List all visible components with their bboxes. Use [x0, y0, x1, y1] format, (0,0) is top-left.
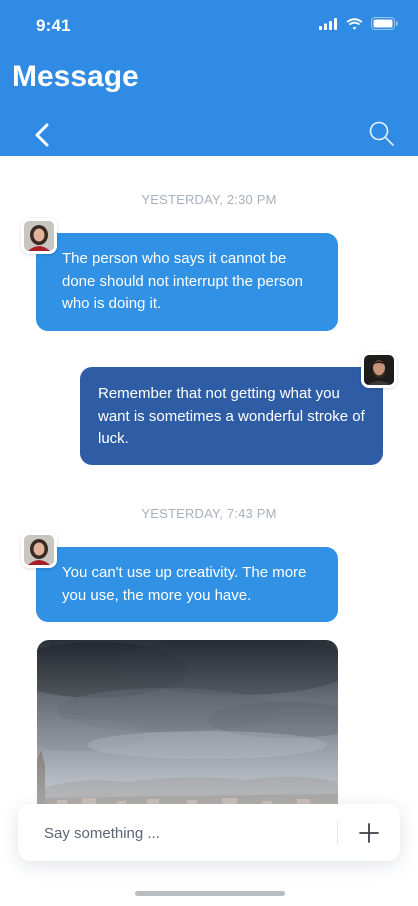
status-time: 9:41 [36, 16, 71, 35]
contact-avatar[interactable] [21, 218, 57, 254]
cellular-signal-icon [319, 17, 337, 30]
chevron-left-icon [35, 123, 49, 147]
outgoing-message-bubble: Remember that not getting what you want … [80, 367, 383, 465]
search-icon [369, 121, 394, 146]
status-icons [319, 17, 398, 30]
composer-divider [337, 821, 338, 845]
back-button[interactable] [30, 120, 56, 150]
plus-icon [359, 823, 379, 843]
storm-cityscape-image [37, 640, 338, 820]
timestamp: YESTERDAY, 2:30 PM [141, 192, 277, 207]
page-title: Message [12, 60, 139, 93]
timestamp: YESTERDAY, 7:43 PM [141, 506, 277, 521]
message-input[interactable] [44, 820, 324, 846]
incoming-message-bubble: You can't use up creativity. The more yo… [36, 547, 338, 622]
app-header: 9:41 Message [0, 0, 418, 156]
battery-icon [371, 17, 398, 30]
contact-avatar[interactable] [21, 532, 57, 568]
message-composer [18, 804, 400, 861]
incoming-message-bubble: The person who says it cannot be done sh… [36, 233, 338, 331]
man-portrait-avatar [364, 355, 394, 385]
woman-portrait-avatar [24, 221, 54, 251]
add-attachment-button[interactable] [356, 820, 382, 846]
wifi-icon [346, 17, 363, 30]
search-button[interactable] [368, 120, 396, 148]
shared-photo-stormy-sky[interactable] [37, 640, 338, 820]
woman-portrait-avatar [24, 535, 54, 565]
home-indicator [135, 891, 285, 896]
user-avatar[interactable] [361, 352, 397, 388]
